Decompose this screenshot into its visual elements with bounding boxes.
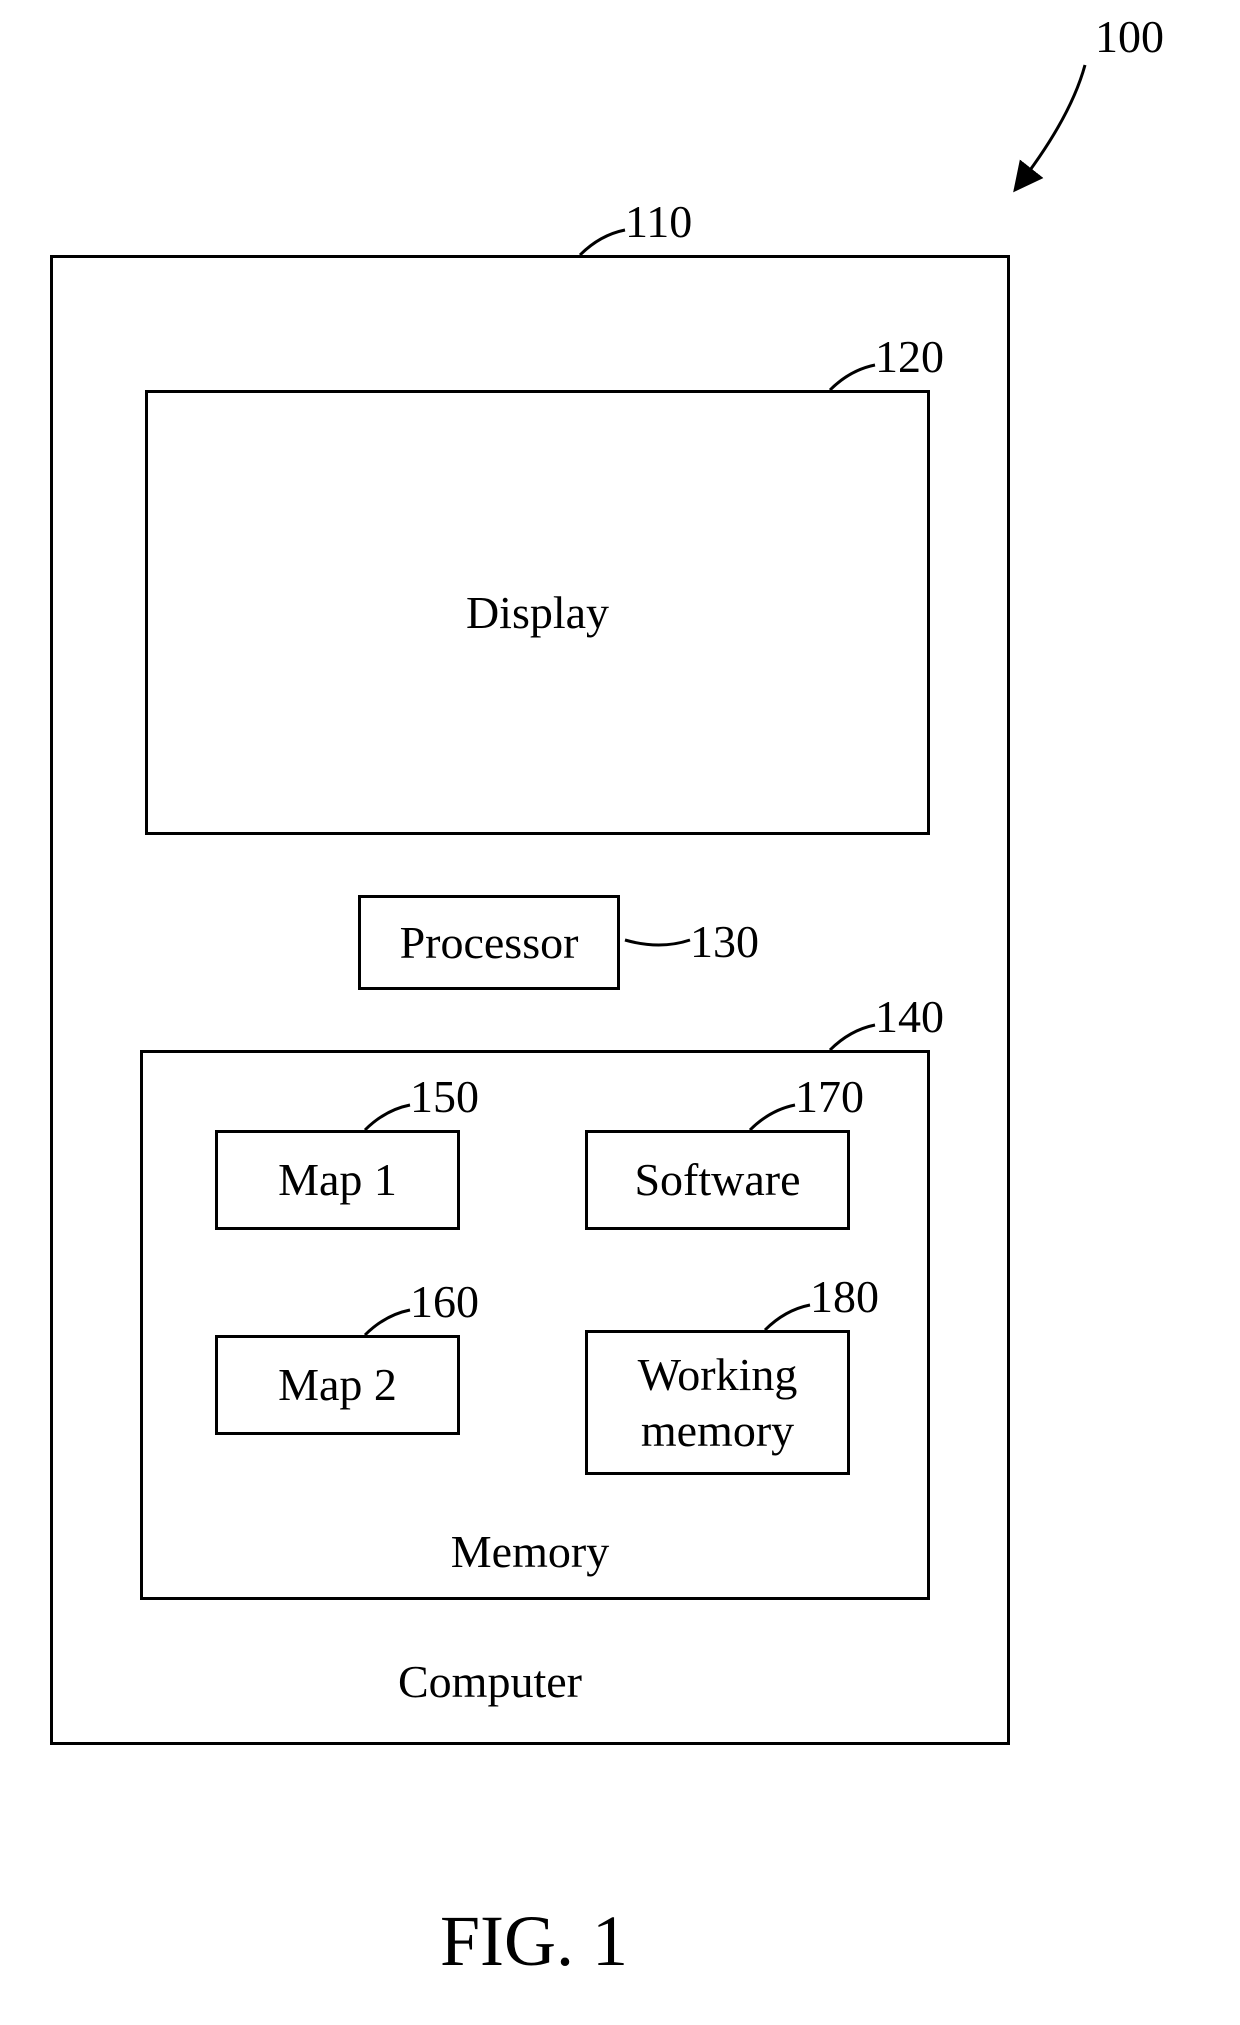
map2-label: Map 2 bbox=[278, 1357, 397, 1412]
map1-label: Map 1 bbox=[278, 1152, 397, 1207]
display-label: Display bbox=[466, 585, 609, 640]
processor-box: Processor bbox=[358, 895, 620, 990]
display-box: Display bbox=[145, 390, 930, 835]
memory-label: Memory bbox=[430, 1525, 630, 1578]
arrow-100 bbox=[985, 60, 1105, 200]
processor-label: Processor bbox=[400, 915, 579, 970]
ref-150: 150 bbox=[410, 1070, 479, 1123]
software-label: Software bbox=[634, 1152, 800, 1207]
ref-130: 130 bbox=[690, 915, 759, 968]
figure-canvas: Computer Display Processor Memory Map 1 … bbox=[0, 0, 1240, 2025]
map2-box: Map 2 bbox=[215, 1335, 460, 1435]
ref-120: 120 bbox=[875, 330, 944, 383]
ref-110: 110 bbox=[625, 195, 692, 248]
ref-160: 160 bbox=[410, 1275, 479, 1328]
computer-label: Computer bbox=[380, 1655, 600, 1708]
figure-caption: FIG. 1 bbox=[440, 1900, 628, 1983]
ref-180: 180 bbox=[810, 1270, 879, 1323]
ref-170: 170 bbox=[795, 1070, 864, 1123]
software-box: Software bbox=[585, 1130, 850, 1230]
map1-box: Map 1 bbox=[215, 1130, 460, 1230]
working-memory-box: Working memory bbox=[585, 1330, 850, 1475]
ref-100: 100 bbox=[1095, 10, 1164, 63]
working-memory-label: Working memory bbox=[638, 1347, 798, 1457]
ref-140: 140 bbox=[875, 990, 944, 1043]
